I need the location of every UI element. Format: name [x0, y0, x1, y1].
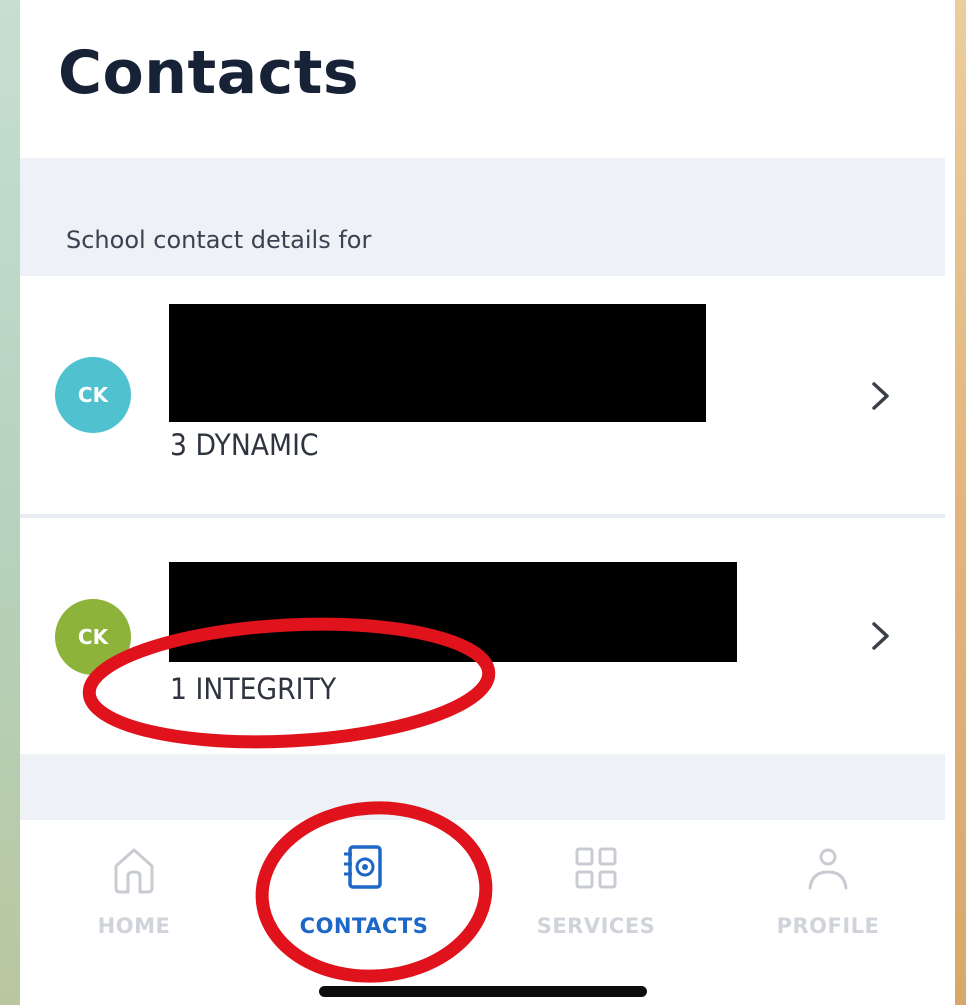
contact-subtitle: 3 DYNAMIC: [170, 428, 319, 462]
contacts-book-icon: [344, 845, 382, 889]
chevron-right-icon: [872, 622, 889, 650]
tab-label: SERVICES: [536, 914, 656, 938]
app-screen: Contacts School contact details for CK 3…: [20, 0, 955, 1005]
contact-subtitle: 1 INTEGRITY: [170, 672, 337, 706]
redacted-name: [169, 562, 737, 662]
contact-row[interactable]: CK 3 DYNAMIC: [20, 278, 945, 514]
tab-services[interactable]: SERVICES: [506, 832, 686, 952]
tab-label: CONTACTS: [299, 914, 429, 938]
tab-profile[interactable]: PROFILE: [738, 832, 918, 952]
section-header: [20, 158, 945, 276]
avatar: CK: [55, 599, 131, 675]
row-divider: [20, 514, 945, 518]
contact-row[interactable]: CK 1 INTEGRITY: [20, 520, 945, 756]
tab-bar: HOME CONTACTS SERVICES PROFILE: [20, 820, 955, 1005]
page-title: Contacts: [58, 38, 360, 108]
chevron-right-icon: [872, 382, 889, 410]
person-icon: [808, 848, 848, 890]
redacted-name: [169, 304, 706, 422]
tab-contacts[interactable]: CONTACTS: [274, 832, 454, 952]
section-label: School contact details for: [66, 226, 372, 254]
tab-label: HOME: [97, 914, 171, 938]
grid-icon: [575, 847, 617, 889]
home-indicator: [319, 986, 647, 997]
avatar: CK: [55, 357, 131, 433]
tab-label: PROFILE: [776, 914, 880, 938]
background-left: [0, 0, 20, 1005]
tab-home[interactable]: HOME: [44, 832, 224, 952]
list-footer-spacer: [20, 754, 945, 820]
home-icon: [114, 848, 154, 894]
background-right: [955, 0, 966, 1005]
